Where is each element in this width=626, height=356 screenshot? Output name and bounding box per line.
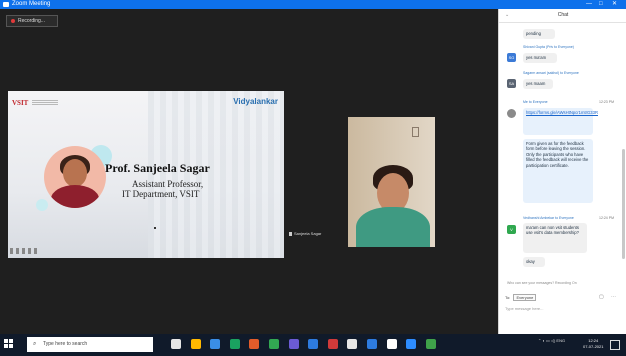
slide-speaker-position: Assistant Professor, [132,179,204,189]
chat-title: Chat [557,12,569,18]
slide-mini-toolbar[interactable] [10,248,38,254]
search-icon: ⌕ [33,341,37,347]
to-label: To: [505,295,511,300]
file-icon[interactable]: ▢ [599,294,604,300]
chat-sender: Vedhanshi Ambekar to Everyone [523,216,574,220]
chat-recipient: To: Everyone [505,294,537,301]
speaker-photo [44,146,106,208]
chat-link[interactable]: https://forms.gle/AWsHtNpcr1mtrG33R [526,110,598,115]
recipient-select[interactable]: Everyone [513,294,537,301]
slide-brand-right: Vidyalankar [233,97,278,106]
avatar: SG [507,53,516,62]
minimize-button[interactable]: — [586,0,592,9]
slide-brand-subtext [32,100,58,105]
clock-date: 07-07-2021 [583,344,604,349]
title-bar: Zoom Meeting — □ ✕ [0,0,626,9]
close-button[interactable]: ✕ [612,0,617,9]
chat-sender: Me to Everyone [523,100,548,104]
chat-input[interactable]: Type message here... [505,306,543,311]
chat-scrollbar[interactable] [622,149,625,259]
notification-icon[interactable] [610,340,620,350]
slide-decor-circle-small [36,199,48,211]
file-explorer-icon[interactable] [190,339,201,349]
edge-icon[interactable] [229,339,240,349]
windows-start-icon[interactable] [4,339,14,349]
chat-message: pending [523,29,555,39]
task-view-icon[interactable] [171,339,181,349]
taskbar-search[interactable]: ⌕ Type here to search [27,337,153,352]
avatar: V [507,225,516,234]
slide-speaker-department: IT Department, VSIT [122,189,200,199]
slide-brand-left: VSIT [12,99,29,107]
app10-icon[interactable] [347,339,358,349]
zoom-logo-icon [3,2,9,7]
avatar [507,109,516,118]
chat-message: yes ma'am [523,53,557,63]
taskbar-clock[interactable]: 12:24 07-07-2021 [583,338,603,350]
chat-time: 12:24 PM [599,216,614,220]
chevron-down-icon[interactable]: ⌄ [505,9,509,22]
shared-slide: VSIT Vidyalankar Prof. Sanjeela Sagar As… [8,91,284,258]
zoom-icon[interactable] [406,339,417,349]
chat-sender: Shivani Gupta (Priv to Everyone) [523,45,574,49]
app12-icon[interactable] [386,339,397,349]
chrome-icon[interactable] [210,339,221,349]
app8-icon[interactable] [308,339,319,349]
app5-icon[interactable] [249,339,260,349]
chat-message: okay [523,257,545,267]
lamp-icon [412,127,419,137]
chat-header: ⌄ Chat [499,9,626,23]
more-icon[interactable]: ⋯ [611,294,616,300]
app14-icon[interactable] [425,339,436,349]
record-dot-icon [11,19,15,23]
app7-icon[interactable] [288,339,299,349]
app9-icon[interactable] [327,339,338,349]
recording-indicator[interactable]: Recording... [6,15,58,27]
chat-message: ma'am can non vsit students use vsit's d… [523,223,587,253]
active-speaker-name: Sanjeela Sagar [294,231,322,236]
participant-video[interactable] [348,117,435,247]
maximize-button[interactable]: □ [599,0,603,9]
mic-icon [289,231,292,236]
chat-time: 12:23 PM [599,100,614,104]
search-placeholder: Type here to search [43,341,88,347]
system-tray[interactable]: ⌃ ◐ ▭ ◁) ENG [538,338,565,343]
chat-panel: ⌄ Chat pending Shivani Gupta (Priv to Ev… [498,9,626,334]
slide-speaker-name: Prof. Sanjeela Sagar [105,161,210,175]
taskbar: ⌕ Type here to search ⌃ ◐ ▭ ◁) ENG 12:24… [0,334,626,356]
active-speaker-label: Sanjeela Sagar [289,231,321,236]
chat-privacy-hint[interactable]: Who can see your messages? Recording On [507,281,577,285]
chat-message: Form given as for the feedback form befo… [523,139,593,203]
app11-icon[interactable] [367,339,377,349]
meeting-view: Recording... VSIT Vidyalankar Prof. Sanj… [0,9,498,334]
chat-message: yes maam [523,79,553,89]
chat-sender: Sagarm ansari (sakhol) to Everyone [523,71,579,75]
pointer-dot [154,227,156,229]
app6-icon[interactable] [269,339,279,349]
avatar: SA [507,79,516,88]
recording-label: Recording... [18,18,45,24]
chat-link-message[interactable]: https://forms.gle/AWsHtNpcr1mtrG33R [523,108,598,135]
window-title: Zoom Meeting [12,1,51,7]
